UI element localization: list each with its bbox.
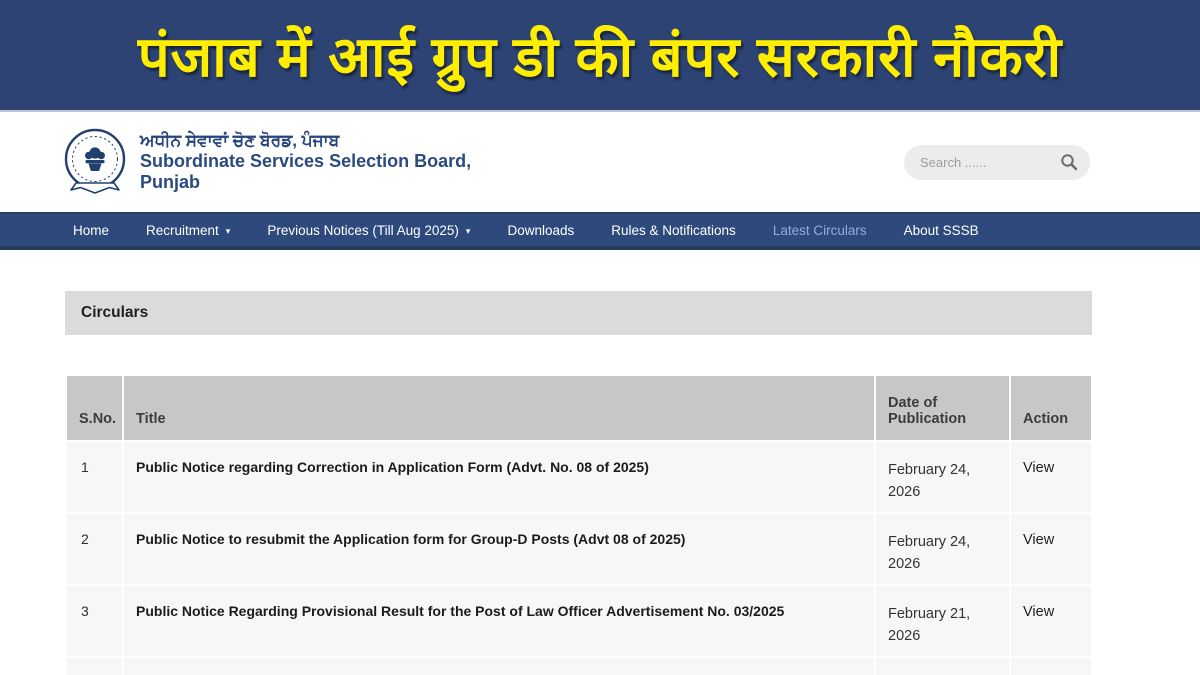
main-nav: Home Recruitment ▾ Previous Notices (Til…: [0, 212, 1200, 250]
table-header-row: S.No. Title Date of Publication Action: [67, 376, 1091, 440]
row-sno: 2: [67, 514, 122, 584]
row-date: February 24, 2026: [876, 442, 1009, 512]
row-action: View: [1011, 514, 1091, 584]
view-link[interactable]: View: [1023, 532, 1054, 548]
top-headline-banner: पंजाब में आई ग्रुप डी की बंपर सरकारी नौक…: [0, 0, 1200, 112]
nav-item-downloads[interactable]: Downloads: [507, 223, 574, 238]
org-name-punjabi: ਅਧੀਨ ਸੇਵਾਵਾਂ ਚੋਣ ਬੋਰਡ, ਪੰਜਾਬ: [140, 131, 471, 151]
table-row: 1 Public Notice regarding Correction in …: [67, 442, 1091, 512]
column-header-action: Action: [1011, 376, 1091, 440]
column-header-title: Title: [124, 376, 874, 440]
view-link[interactable]: View: [1023, 460, 1054, 476]
org-name-english: Subordinate Services Selection Board,: [140, 151, 471, 172]
caret-down-icon: ▾: [466, 226, 471, 237]
table-row: 3 Public Notice Regarding Provisional Re…: [67, 586, 1091, 656]
row-date: February 21, 2026: [876, 586, 1009, 656]
section-header-circulars: Circulars: [65, 291, 1092, 335]
row-title: Public Notice to resubmit the Applicatio…: [124, 514, 874, 584]
circulars-table: S.No. Title Date of Publication Action 1…: [65, 374, 1093, 675]
org-name-english-2: Punjab: [140, 172, 471, 193]
column-header-sno: S.No.: [67, 376, 122, 440]
row-title: Public Notice Regarding Provisional Resu…: [124, 586, 874, 656]
row-sno: 1: [67, 442, 122, 512]
column-header-date: Date of Publication: [876, 376, 1009, 440]
headline-text: पंजाब में आई ग्रुप डी की बंपर सरकारी नौक…: [138, 17, 1062, 93]
page: पंजाब में आई ग्रुप डी की बंपर सरकारी नौक…: [0, 0, 1200, 675]
caret-down-icon: ▾: [226, 226, 231, 237]
nav-item-previous-notices[interactable]: Previous Notices (Till Aug 2025) ▾: [267, 223, 470, 238]
view-link[interactable]: View: [1023, 604, 1054, 620]
nav-item-rules-notifications[interactable]: Rules & Notifications: [611, 223, 736, 238]
row-action: View: [1011, 442, 1091, 512]
nav-item-latest-circulars[interactable]: Latest Circulars: [773, 223, 867, 238]
row-title: Public Notice regarding Correction in Ap…: [124, 442, 874, 512]
site-header: ਅਧੀਨ ਸੇਵਾਵਾਂ ਚੋਣ ਬੋਰਡ, ਪੰਜਾਬ Subordinate…: [0, 112, 1200, 212]
sssb-emblem-logo-icon[interactable]: [63, 126, 127, 198]
row-action: View: [1011, 658, 1091, 675]
row-action: View: [1011, 586, 1091, 656]
nav-item-home[interactable]: Home: [73, 223, 109, 238]
page-title: Circulars: [81, 304, 148, 322]
search-box[interactable]: [904, 145, 1090, 180]
row-sno: 4: [67, 658, 122, 675]
row-title: Result-cum-CML for the Post of Surveyor …: [124, 658, 874, 675]
row-date: February 24, 2026: [876, 514, 1009, 584]
table-row: 4 Result-cum-CML for the Post of Surveyo…: [67, 658, 1091, 675]
search-input[interactable]: [920, 155, 1050, 170]
table-row: 2 Public Notice to resubmit the Applicat…: [67, 514, 1091, 584]
org-title-block: ਅਧੀਨ ਸੇਵਾਵਾਂ ਚੋਣ ਬੋਰਡ, ਪੰਜਾਬ Subordinate…: [140, 131, 471, 194]
row-date: February 21, 2026: [876, 658, 1009, 675]
row-sno: 3: [67, 586, 122, 656]
nav-item-about-sssb[interactable]: About SSSB: [904, 223, 979, 238]
nav-item-recruitment[interactable]: Recruitment ▾: [146, 223, 230, 238]
search-icon[interactable]: [1060, 153, 1078, 171]
